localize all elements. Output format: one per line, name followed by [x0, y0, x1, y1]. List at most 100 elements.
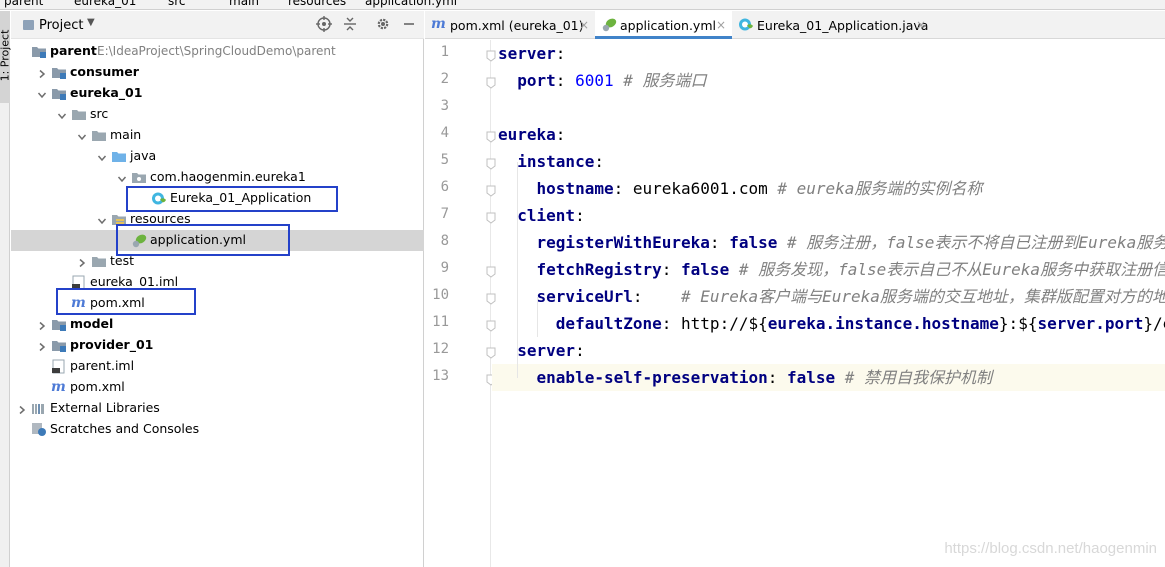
yaml-text [498, 179, 537, 198]
locate-file-icon[interactable] [315, 16, 333, 34]
editor-tab[interactable]: application.yml × [595, 11, 732, 39]
editor: m pom.xml (eureka_01) × application.yml × Eur… [425, 11, 1165, 567]
project-tool-window-tab[interactable]: 1: Project [0, 11, 12, 103]
package-icon [131, 170, 147, 185]
tree-row[interactable]: External Libraries [11, 398, 424, 419]
breadcrumb-item[interactable]: parent [4, 0, 43, 8]
tree-row[interactable]: model [11, 314, 424, 335]
close-icon[interactable]: × [716, 18, 726, 32]
yaml-text [498, 341, 517, 360]
tree-item-label: External Libraries [50, 400, 160, 415]
breadcrumb-label: main [229, 0, 259, 8]
yaml-text: : [575, 341, 585, 360]
yaml-text [498, 287, 537, 306]
hide-panel-icon[interactable] [400, 16, 418, 34]
tree-row[interactable]: eureka_01 [11, 83, 424, 104]
breadcrumb-item[interactable]: src [168, 0, 186, 8]
line-number: 4 [440, 125, 449, 141]
spring-boot-class-icon [738, 17, 754, 33]
folder-icon [91, 254, 107, 269]
tree-row[interactable]: m pom.xml [11, 377, 424, 398]
tree-item-label: pom.xml [70, 379, 125, 394]
chevron-down-icon[interactable] [77, 130, 87, 141]
code-line: server: [498, 40, 565, 67]
yaml-text: : [594, 152, 604, 171]
chevron-right-icon[interactable] [37, 67, 47, 79]
project-tool-window-label: 1: Project [0, 29, 12, 82]
breadcrumb-label: resources [288, 0, 347, 8]
yaml-text [498, 233, 537, 252]
gear-icon[interactable] [374, 16, 392, 34]
collapse-all-icon[interactable] [341, 16, 359, 34]
close-icon[interactable]: × [579, 18, 589, 32]
chevron-right-icon[interactable] [77, 256, 87, 268]
project-view-selector[interactable]: Project [39, 18, 83, 33]
line-number: 5 [440, 152, 449, 168]
module-folder-icon [31, 44, 47, 59]
code-line: client: [498, 202, 585, 229]
yaml-key: eureka.instance.hostname [767, 314, 999, 333]
line-number: 11 [432, 314, 449, 330]
yaml-key: false [681, 260, 730, 279]
chevron-down-icon[interactable] [97, 151, 107, 162]
yaml-key: false [786, 368, 836, 387]
source-folder-icon [111, 149, 127, 164]
tree-row[interactable]: Scratches and Consoles [11, 419, 424, 440]
yaml-comment: # eureka服务端的实例名称 [767, 179, 983, 198]
breadcrumb-item[interactable]: eureka_01 [74, 0, 136, 8]
editor-tab[interactable]: m pom.xml (eureka_01) × [425, 11, 595, 39]
breadcrumb-label: application.yml [365, 0, 458, 8]
yaml-text: : [709, 233, 730, 252]
chevron-right-icon[interactable] [37, 319, 47, 331]
yaml-text: : http://${ [661, 314, 768, 333]
tree-row[interactable]: parent.iml [11, 356, 424, 377]
yaml-key: instance [517, 152, 595, 171]
tree-item-label: parent [50, 43, 97, 58]
tree-row[interactable]: main [11, 125, 424, 146]
breadcrumb-item[interactable]: application.yml [365, 0, 457, 8]
yaml-key: defaultZone [555, 314, 662, 333]
yaml-text [498, 260, 537, 279]
code-area[interactable]: server: port: 6001 # 服务端口 eureka: instanc… [492, 40, 1165, 567]
breadcrumb-item[interactable]: main [229, 0, 259, 8]
chevron-down-icon[interactable]: ▼ [87, 17, 95, 28]
code-line: serviceUrl: # Eureka客户端与Eureka服务端的交互地址，集… [498, 283, 1165, 310]
line-number: 3 [440, 98, 449, 114]
editor-tab[interactable]: Eureka_01_Application.java × [732, 11, 932, 39]
line-number: 10 [432, 287, 449, 303]
code-line: eureka: [498, 121, 565, 148]
chevron-down-icon[interactable] [57, 109, 67, 120]
tree-row[interactable]: parent E:\IdeaProject\SpringCloudDemo\par… [11, 41, 424, 62]
yaml-key: server [517, 341, 576, 360]
folder-icon [91, 128, 107, 143]
close-icon[interactable]: × [916, 18, 926, 32]
annotation-box-application-yml [116, 224, 290, 256]
breadcrumb-item[interactable]: resources [288, 0, 346, 8]
yaml-key: registerWithEureka [536, 233, 710, 252]
tree-row[interactable]: com.haogenmin.eureka1 [11, 167, 424, 188]
tree-row[interactable]: src [11, 104, 424, 125]
tree-item-label: provider_01 [70, 337, 154, 352]
editor-tab-label: application.yml [620, 18, 716, 33]
code-line: server: [498, 337, 585, 364]
tree-item-path: E:\IdeaProject\SpringCloudDemo\parent [97, 44, 336, 58]
code-line: enable-self-preservation: false # 禁用自我保护… [498, 364, 993, 391]
chevron-right-icon[interactable] [17, 403, 27, 415]
code-line: port: 6001 # 服务端口 [498, 67, 706, 94]
yaml-text: : [575, 206, 585, 225]
yaml-text [498, 368, 537, 387]
chevron-right-icon[interactable] [37, 340, 47, 352]
annotation-box-pom-xml [56, 288, 196, 315]
line-number: 2 [440, 71, 449, 87]
chevron-down-icon[interactable] [117, 172, 127, 183]
tree-row[interactable]: provider_01 [11, 335, 424, 356]
chevron-down-icon[interactable] [97, 214, 107, 225]
code-line: registerWithEureka: false # 服务注册，false表示… [498, 229, 1165, 256]
tree-row[interactable]: java [11, 146, 424, 167]
line-number: 9 [440, 260, 449, 276]
tree-row[interactable]: consumer [11, 62, 424, 83]
breadcrumb-label: src [168, 0, 186, 8]
editor-tab-bar: m pom.xml (eureka_01) × application.yml × Eur… [425, 11, 1165, 39]
chevron-down-icon[interactable] [37, 88, 47, 99]
yaml-text: : [767, 368, 787, 387]
